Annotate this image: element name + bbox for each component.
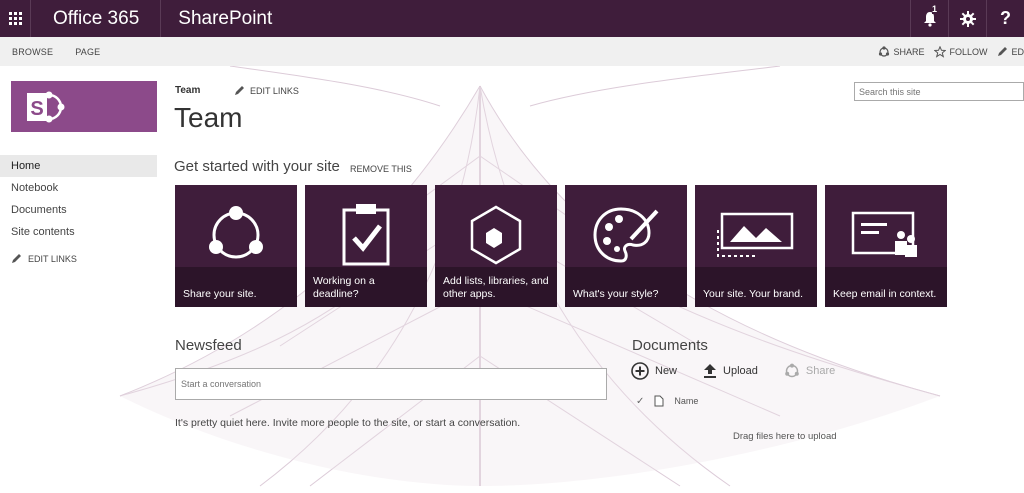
ribbon-tab-browse[interactable]: BROWSE [0, 47, 63, 57]
upload-button[interactable]: Upload [703, 363, 758, 379]
share-label: SHARE [893, 46, 925, 57]
share-icon [785, 363, 799, 378]
share-button[interactable]: SHARE [878, 45, 925, 58]
left-navigation: Home Notebook Documents Site contents ED… [0, 155, 157, 264]
documents-column-header: ✓ Name [636, 395, 698, 407]
top-edit-links-label: EDIT LINKS [250, 85, 299, 96]
pencil-icon [235, 86, 244, 95]
tile-label: Share your site. [175, 267, 297, 307]
image-brand-icon [717, 212, 794, 257]
tile-label: What's your style? [565, 267, 687, 307]
follow-button[interactable]: FOLLOW [934, 45, 988, 58]
tile-label: Add lists, libraries, and other apps. [435, 267, 557, 307]
ribbon-bar: BROWSE PAGE SHARE FOLLOW ED [0, 37, 1024, 66]
nav-edit-links-label: EDIT LINKS [28, 253, 77, 264]
breadcrumb[interactable]: Team [175, 85, 200, 96]
get-started-tiles: Share your site. Working on a deadline? … [175, 185, 947, 307]
site-logo[interactable]: S [11, 81, 157, 132]
drag-upload-hint: Drag files here to upload [733, 431, 837, 442]
help-button[interactable]: ? [986, 0, 1024, 37]
documents-toolbar: New Upload Share [631, 362, 861, 380]
waffle-icon [8, 12, 22, 25]
tile-brand[interactable]: Your site. Your brand. [695, 185, 817, 307]
start-conversation-input[interactable] [175, 368, 607, 400]
email-context-icon [851, 211, 917, 257]
page-title: Team [174, 102, 243, 133]
new-document-button[interactable]: New [631, 362, 677, 380]
newsfeed-empty-message: It's pretty quiet here. Invite more peop… [175, 417, 521, 429]
share-label: Share [805, 365, 836, 377]
palette-icon [593, 207, 659, 263]
help-icon: ? [1000, 8, 1011, 28]
settings-button[interactable] [948, 0, 986, 37]
get-started-title: Get started with your site [174, 158, 340, 175]
tile-label: Working on a deadline? [305, 267, 427, 307]
document-icon [654, 395, 664, 407]
gear-icon [959, 10, 976, 27]
edit-label: ED [1011, 46, 1024, 57]
notifications-button[interactable]: 1 [910, 0, 948, 37]
app-launcher-button[interactable] [0, 0, 30, 37]
column-name-header[interactable]: Name [674, 396, 698, 406]
documents-title[interactable]: Documents [632, 337, 708, 354]
tile-add-apps[interactable]: Add lists, libraries, and other apps. [435, 185, 557, 307]
suite-bar: Office 365 SharePoint 1 ? [0, 0, 1024, 37]
follow-label: FOLLOW [949, 46, 988, 57]
pencil-icon [12, 254, 21, 263]
top-edit-links-button[interactable]: EDIT LINKS [234, 85, 299, 96]
tile-label: Your site. Your brand. [695, 267, 817, 307]
newsfeed-title: Newsfeed [175, 337, 242, 354]
upload-label: Upload [723, 365, 758, 377]
remove-this-link[interactable]: REMOVE THIS [350, 164, 412, 174]
upload-icon [704, 364, 717, 378]
app-title[interactable]: SharePoint [161, 8, 272, 30]
edit-page-button[interactable]: ED [997, 46, 1024, 57]
checkmark-icon[interactable]: ✓ [636, 396, 644, 407]
star-icon [934, 45, 947, 58]
clipboard-check-icon [342, 204, 390, 266]
notification-count-badge: 1 [932, 4, 938, 14]
plus-circle-icon [631, 362, 649, 380]
pencil-icon [998, 47, 1008, 56]
svg-text:S: S [30, 98, 43, 120]
search-input[interactable] [854, 82, 1024, 101]
share-icon [209, 206, 263, 259]
sharepoint-logo-icon: S [27, 91, 65, 122]
tile-label: Keep email in context. [825, 267, 947, 307]
tile-share-site[interactable]: Share your site. [175, 185, 297, 307]
tile-style[interactable]: What's your style? [565, 185, 687, 307]
office365-brand[interactable]: Office 365 [31, 8, 160, 30]
nav-item-site-contents[interactable]: Site contents [0, 221, 157, 243]
share-document-button[interactable]: Share [784, 363, 835, 379]
apps-hexagon-icon [470, 205, 522, 265]
nav-item-documents[interactable]: Documents [0, 199, 157, 221]
nav-item-home[interactable]: Home [0, 155, 157, 177]
tile-deadline[interactable]: Working on a deadline? [305, 185, 427, 307]
tile-email[interactable]: Keep email in context. [825, 185, 947, 307]
new-label: New [655, 365, 678, 377]
nav-item-notebook[interactable]: Notebook [0, 177, 157, 199]
ribbon-tab-page[interactable]: PAGE [63, 47, 110, 57]
share-icon [879, 45, 890, 57]
nav-edit-links-button[interactable]: EDIT LINKS [0, 253, 157, 264]
